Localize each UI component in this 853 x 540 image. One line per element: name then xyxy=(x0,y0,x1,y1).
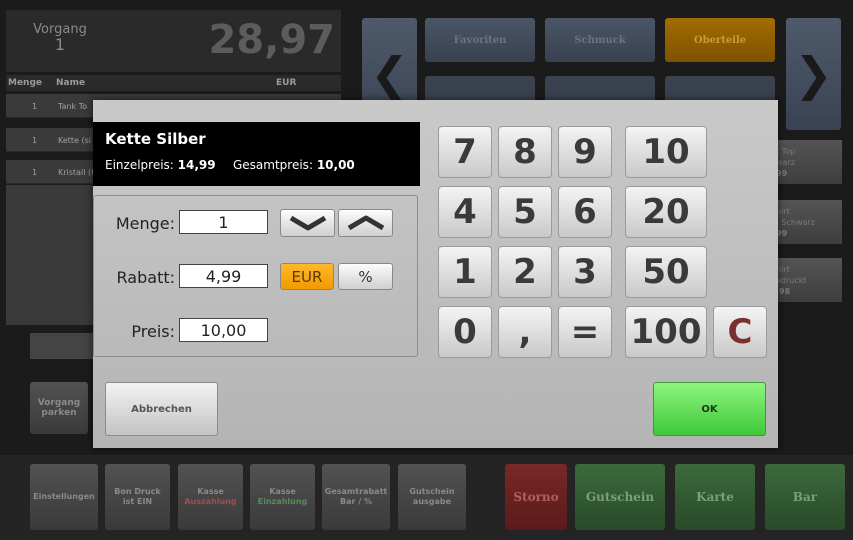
key-equals[interactable]: = xyxy=(558,306,612,358)
col-menge: Menge xyxy=(8,78,43,88)
storno-button[interactable]: Storno xyxy=(505,464,567,530)
vorgang-number: 1 xyxy=(54,35,66,54)
percent-toggle-button[interactable]: % xyxy=(338,263,393,290)
key-20[interactable]: 20 xyxy=(625,186,707,238)
chevron-up-icon xyxy=(347,215,384,231)
menge-label: Menge: xyxy=(115,214,175,233)
kasse-auszahlung-button[interactable]: Kasse Auszahlung xyxy=(178,464,243,530)
gesamtpreis: Gesamtpreis: 10,00 xyxy=(233,158,355,172)
product-tile[interactable]: hirt - Schwarz 99 xyxy=(768,200,842,244)
kasse-einzahlung-button[interactable]: Kasse Einzahlung xyxy=(250,464,315,530)
gutschein-ausgabe-button[interactable]: Gutschein ausgabe xyxy=(398,464,466,530)
category-favoriten[interactable]: Favoriten xyxy=(425,18,535,62)
bon-druck-button[interactable]: Bon Druck ist EIN xyxy=(105,464,170,530)
einzelpreis: Einzelpreis: 14,99 xyxy=(105,158,216,172)
vorgang-parken-button[interactable]: Vorgang parken xyxy=(30,382,88,434)
key-0[interactable]: 0 xyxy=(438,306,492,358)
gutschein-button[interactable]: Gutschein xyxy=(575,464,665,530)
key-4[interactable]: 4 xyxy=(438,186,492,238)
key-50[interactable]: 50 xyxy=(625,246,707,298)
category-oberteile[interactable]: Oberteile xyxy=(665,18,775,62)
menge-field[interactable]: 1 xyxy=(179,210,268,234)
preis-label: Preis: xyxy=(131,322,175,341)
key-10[interactable]: 10 xyxy=(625,126,707,178)
key-7[interactable]: 7 xyxy=(438,126,492,178)
product-tile[interactable]: hirt edruckt ,98 xyxy=(768,258,842,302)
vorgang-total: 28,97 xyxy=(208,17,335,63)
menge-decrease-button[interactable] xyxy=(280,209,335,237)
preis-field[interactable]: 10,00 xyxy=(179,318,268,342)
key-3[interactable]: 3 xyxy=(558,246,612,298)
abbrechen-button[interactable]: Abbrechen xyxy=(105,382,218,436)
key-8[interactable]: 8 xyxy=(498,126,552,178)
key-comma[interactable]: , xyxy=(498,306,552,358)
item-title: Kette Silber xyxy=(105,130,206,148)
key-2[interactable]: 2 xyxy=(498,246,552,298)
col-eur: EUR xyxy=(276,78,297,88)
item-name: Kette (si xyxy=(58,136,92,145)
item-title-panel: Kette Silber Einzelpreis: 14,99 Gesamtpr… xyxy=(93,122,420,186)
rabatt-label: Rabatt: xyxy=(116,268,175,287)
einstellungen-button[interactable]: Einstellungen xyxy=(30,464,98,530)
list-header: Menge Name EUR xyxy=(6,75,341,91)
item-menge: 1 xyxy=(32,168,38,177)
key-1[interactable]: 1 xyxy=(438,246,492,298)
key-9[interactable]: 9 xyxy=(558,126,612,178)
rabatt-field[interactable]: 4,99 xyxy=(179,264,268,288)
bar-button[interactable]: Bar xyxy=(765,464,845,530)
key-100[interactable]: 100 xyxy=(625,306,707,358)
item-name: Tank To xyxy=(58,102,88,111)
key-5[interactable]: 5 xyxy=(498,186,552,238)
key-6[interactable]: 6 xyxy=(558,186,612,238)
gesamtrabatt-button[interactable]: Gesamtrabatt Bar / % xyxy=(322,464,390,530)
item-menge: 1 xyxy=(32,136,38,145)
item-menge: 1 xyxy=(32,102,38,111)
eur-toggle-button[interactable]: EUR xyxy=(280,263,334,290)
product-tile[interactable]: t Top warz 99 xyxy=(768,140,842,184)
next-arrow-icon[interactable]: ❯ xyxy=(786,18,841,130)
key-clear[interactable]: C xyxy=(713,306,767,358)
item-name: Kristall (K xyxy=(58,168,97,177)
vorgang-label: Vorgang 1 xyxy=(30,22,90,54)
col-name: Name xyxy=(56,78,86,88)
menge-increase-button[interactable] xyxy=(338,209,393,237)
category-schmuck[interactable]: Schmuck xyxy=(545,18,655,62)
karte-button[interactable]: Karte xyxy=(675,464,755,530)
ok-button[interactable]: OK xyxy=(653,382,766,436)
chevron-down-icon xyxy=(289,215,326,231)
